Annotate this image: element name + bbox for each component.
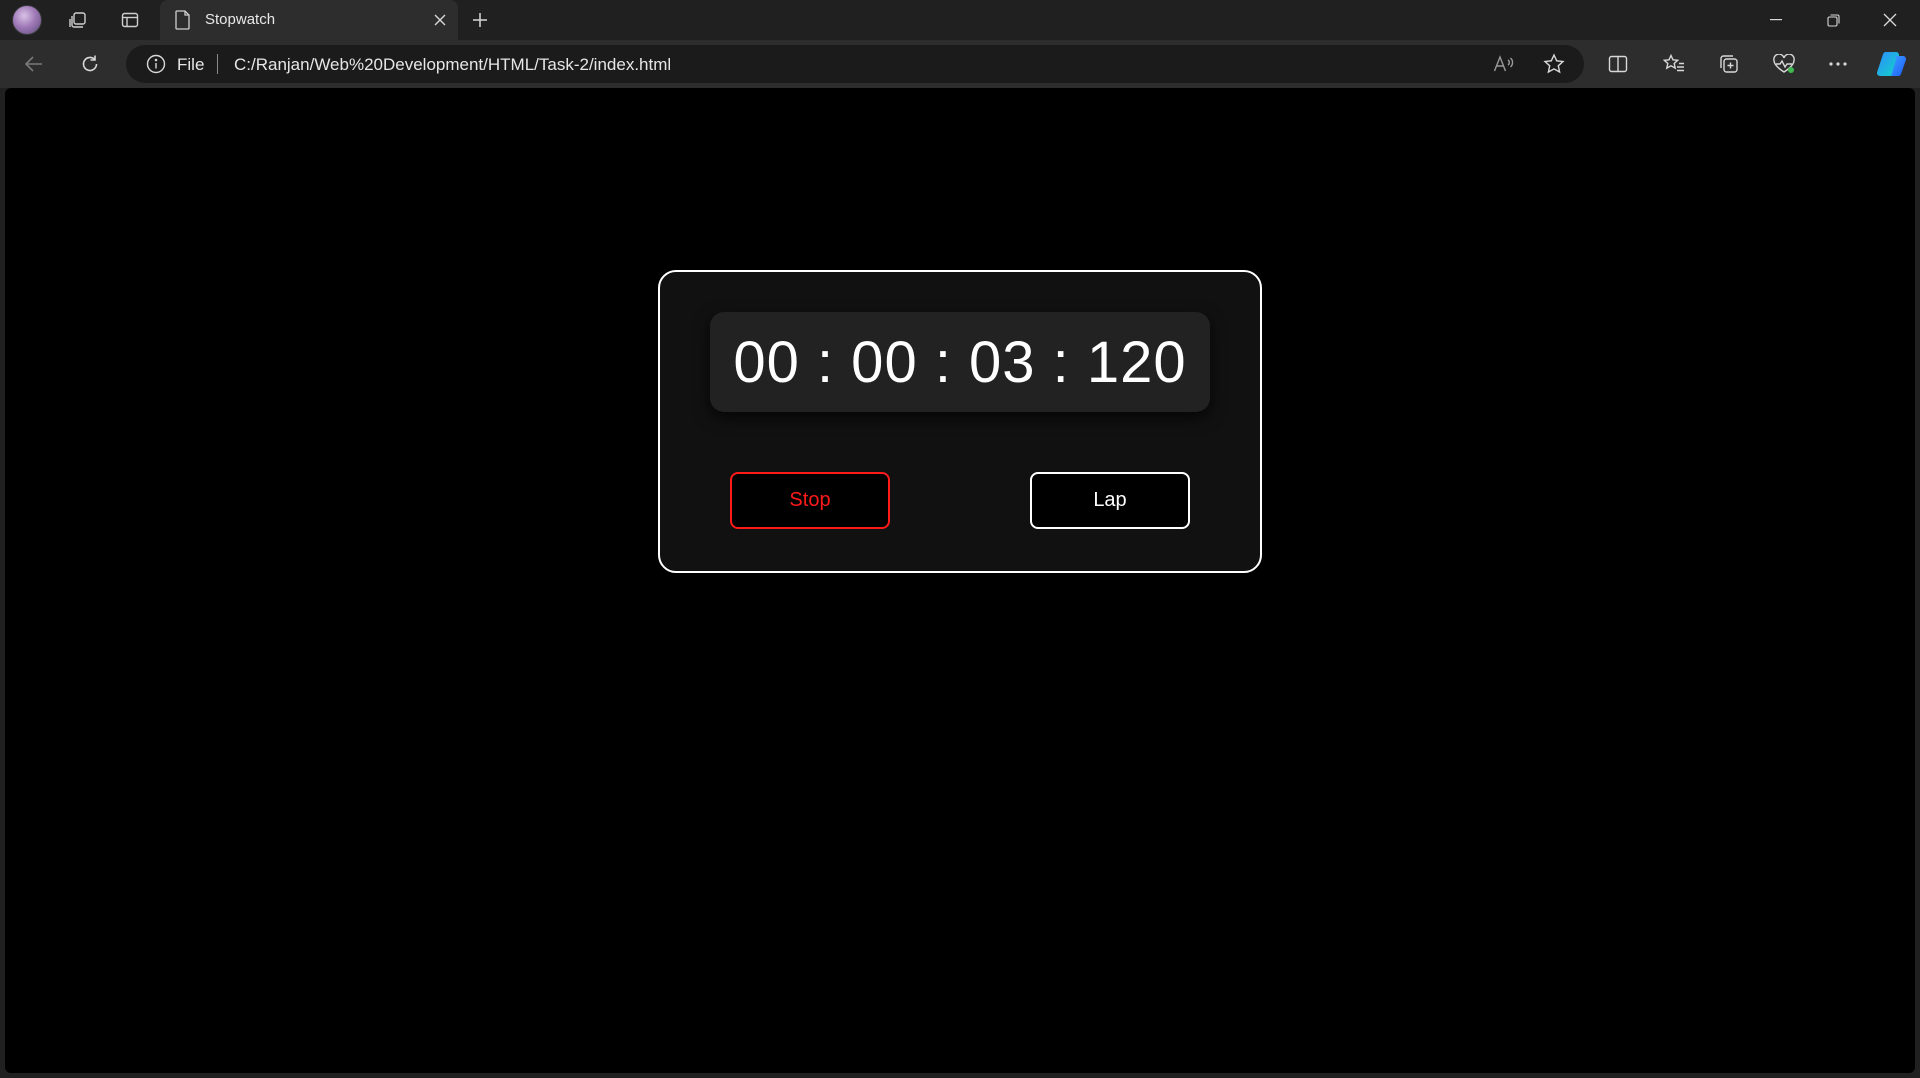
minimize-button[interactable] [1748, 0, 1804, 40]
divider [217, 54, 218, 74]
refresh-button[interactable] [72, 48, 108, 80]
more-icon[interactable] [1820, 48, 1856, 80]
stop-button[interactable]: Stop [730, 472, 890, 529]
star-icon[interactable] [1540, 53, 1568, 75]
page-viewport: 00 : 00 : 03 : 120 Stop Lap [5, 88, 1915, 1073]
title-bar: Stopwatch [0, 0, 1920, 40]
stopwatch-card: 00 : 00 : 03 : 120 Stop Lap [658, 270, 1262, 573]
time-display: 00 : 00 : 03 : 120 [710, 312, 1210, 412]
copilot-icon[interactable] [1874, 48, 1910, 80]
back-button[interactable] [16, 48, 52, 80]
new-tab-button[interactable] [464, 4, 496, 36]
restore-button[interactable] [1805, 0, 1861, 40]
tab-stopwatch[interactable]: Stopwatch [160, 0, 458, 40]
close-tab-icon[interactable] [428, 8, 452, 32]
read-aloud-icon[interactable] [1490, 53, 1518, 75]
favorites-icon[interactable] [1656, 48, 1692, 80]
page-icon [174, 9, 192, 31]
lap-button[interactable]: Lap [1030, 472, 1190, 529]
info-icon[interactable] [146, 54, 166, 74]
scheme-label: File [177, 55, 205, 74]
collections-icon[interactable] [1711, 48, 1747, 80]
tab-title: Stopwatch [205, 11, 276, 28]
close-window-button[interactable] [1862, 0, 1918, 40]
avatar[interactable] [12, 5, 42, 35]
url-text[interactable]: C:/Ranjan/Web%20Development/HTML/Task-2/… [234, 55, 671, 75]
split-screen-icon[interactable] [1600, 48, 1636, 80]
navigation-bar: File C:/Ranjan/Web%20Development/HTML/Ta… [0, 40, 1920, 88]
heartbeat-icon[interactable] [1766, 48, 1802, 80]
address-bar[interactable]: File C:/Ranjan/Web%20Development/HTML/Ta… [126, 45, 1584, 83]
workspaces-icon[interactable] [58, 4, 98, 36]
vertical-tabs-icon[interactable] [110, 4, 150, 36]
